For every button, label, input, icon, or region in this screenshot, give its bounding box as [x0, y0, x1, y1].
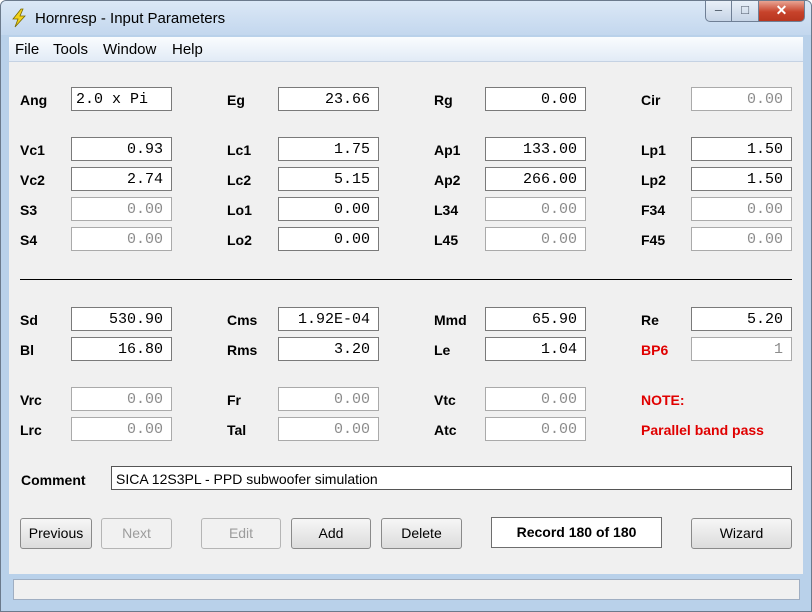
lightning-bolt-icon [12, 8, 26, 28]
note-text: Parallel band pass [641, 422, 764, 438]
close-button[interactable]: ✕ [759, 1, 805, 22]
note-label: NOTE: [641, 392, 685, 408]
label-lo1: Lo1 [227, 202, 252, 218]
field-ap1[interactable]: 133.00 [485, 137, 586, 161]
label-l45: L45 [434, 232, 459, 248]
field-bl[interactable]: 16.80 [71, 337, 172, 361]
comment-field[interactable]: SICA 12S3PL - PPD subwoofer simulation [111, 466, 792, 490]
close-icon: ✕ [775, 2, 788, 18]
field-lrc[interactable]: 0.00 [71, 417, 172, 441]
hornresp-window: Hornresp - Input Parameters – □ ✕ File T… [0, 0, 812, 612]
label-l34: L34 [434, 202, 459, 218]
menu-bar: File Tools Window Help [9, 37, 803, 62]
menu-tools[interactable]: Tools [53, 41, 88, 58]
edit-button[interactable]: Edit [201, 518, 281, 549]
field-ang[interactable]: 2.0 x Pi [71, 87, 172, 111]
label-lc2: Lc2 [227, 172, 252, 188]
field-lp2[interactable]: 1.50 [691, 167, 792, 191]
label-s3: S3 [20, 202, 38, 218]
field-bp6[interactable]: 1 [691, 337, 792, 361]
label-le: Le [434, 342, 451, 358]
field-lc2[interactable]: 5.15 [278, 167, 379, 191]
field-f45[interactable]: 0.00 [691, 227, 792, 251]
caption-buttons: – □ ✕ [705, 1, 805, 23]
label-vtc: Vtc [434, 392, 456, 408]
label-bp6: BP6 [641, 342, 669, 358]
field-atc[interactable]: 0.00 [485, 417, 586, 441]
label-mmd: Mmd [434, 312, 467, 328]
label-cms: Cms [227, 312, 258, 328]
label-lrc: Lrc [20, 422, 42, 438]
label-cir: Cir [641, 92, 661, 108]
field-re[interactable]: 5.20 [691, 307, 792, 331]
field-eg[interactable]: 23.66 [278, 87, 379, 111]
label-vc1: Vc1 [20, 142, 45, 158]
field-s3[interactable]: 0.00 [71, 197, 172, 221]
label-lo2: Lo2 [227, 232, 252, 248]
label-ang: Ang [20, 92, 48, 108]
menu-file[interactable]: File [15, 41, 39, 58]
field-lo1[interactable]: 0.00 [278, 197, 379, 221]
label-lp2: Lp2 [641, 172, 666, 188]
field-rg[interactable]: 0.00 [485, 87, 586, 111]
field-mmd[interactable]: 65.90 [485, 307, 586, 331]
label-f34: F34 [641, 202, 666, 218]
field-vtc[interactable]: 0.00 [485, 387, 586, 411]
label-eg: Eg [227, 92, 245, 108]
label-rg: Rg [434, 92, 453, 108]
window-bottom-frame [1, 601, 811, 611]
label-vrc: Vrc [20, 392, 42, 408]
record-indicator: Record 180 of 180 [491, 517, 662, 548]
field-tal[interactable]: 0.00 [278, 417, 379, 441]
menu-help[interactable]: Help [172, 41, 203, 58]
field-l34[interactable]: 0.00 [485, 197, 586, 221]
menu-window[interactable]: Window [103, 41, 156, 58]
delete-button[interactable]: Delete [381, 518, 462, 549]
label-s4: S4 [20, 232, 38, 248]
label-rms: Rms [227, 342, 258, 358]
next-button[interactable]: Next [101, 518, 172, 549]
label-vc2: Vc2 [20, 172, 45, 188]
input-parameters-panel: Ang 2.0 x Pi Eg 23.66 Rg 0.00 Cir 0.00 V… [9, 62, 803, 574]
status-bar [13, 579, 800, 600]
field-f34[interactable]: 0.00 [691, 197, 792, 221]
previous-button[interactable]: Previous [20, 518, 92, 549]
label-ap2: Ap2 [434, 172, 461, 188]
label-lc1: Lc1 [227, 142, 252, 158]
comment-label: Comment [21, 472, 86, 488]
minimize-icon: – [714, 2, 723, 17]
label-tal: Tal [227, 422, 247, 438]
label-fr: Fr [227, 392, 241, 408]
label-atc: Atc [434, 422, 457, 438]
label-sd: Sd [20, 312, 38, 328]
label-f45: F45 [641, 232, 666, 248]
field-l45[interactable]: 0.00 [485, 227, 586, 251]
field-cms[interactable]: 1.92E-04 [278, 307, 379, 331]
minimize-button[interactable]: – [705, 1, 732, 22]
field-lc1[interactable]: 1.75 [278, 137, 379, 161]
label-bl: Bl [20, 342, 34, 358]
field-le[interactable]: 1.04 [485, 337, 586, 361]
wizard-button[interactable]: Wizard [691, 518, 792, 549]
field-fr[interactable]: 0.00 [278, 387, 379, 411]
add-button[interactable]: Add [291, 518, 371, 549]
field-vc1[interactable]: 0.93 [71, 137, 172, 161]
field-rms[interactable]: 3.20 [278, 337, 379, 361]
maximize-icon: □ [741, 2, 749, 17]
field-vrc[interactable]: 0.00 [71, 387, 172, 411]
field-lp1[interactable]: 1.50 [691, 137, 792, 161]
window-title: Hornresp - Input Parameters [35, 10, 226, 27]
label-ap1: Ap1 [434, 142, 461, 158]
label-lp1: Lp1 [641, 142, 666, 158]
section-divider [20, 279, 792, 280]
title-bar[interactable]: Hornresp - Input Parameters – □ ✕ [1, 1, 811, 35]
field-lo2[interactable]: 0.00 [278, 227, 379, 251]
field-ap2[interactable]: 266.00 [485, 167, 586, 191]
field-s4[interactable]: 0.00 [71, 227, 172, 251]
field-sd[interactable]: 530.90 [71, 307, 172, 331]
label-re: Re [641, 312, 659, 328]
field-vc2[interactable]: 2.74 [71, 167, 172, 191]
maximize-button[interactable]: □ [732, 1, 759, 22]
field-cir[interactable]: 0.00 [691, 87, 792, 111]
